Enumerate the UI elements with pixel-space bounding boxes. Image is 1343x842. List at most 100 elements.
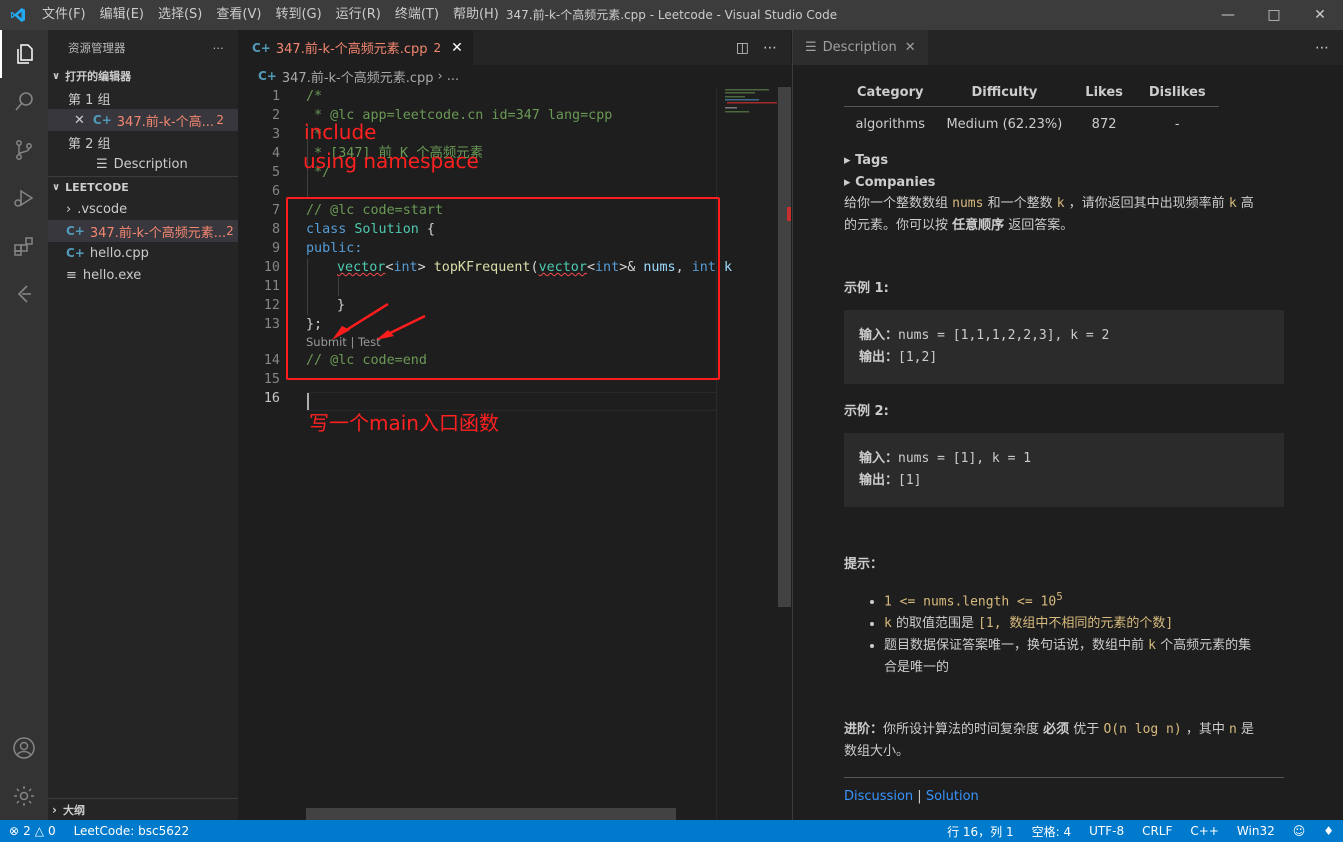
problems-indicator[interactable]: ⊗ 2 △ 0 — [0, 824, 65, 838]
list-item: 1 <= nums.length <= 105 — [884, 586, 1284, 613]
vertical-scrollbar[interactable] — [778, 87, 791, 607]
menu-edit[interactable]: 编辑(E) — [93, 0, 151, 30]
tab-description[interactable]: ☰ Description ✕ — [793, 30, 928, 65]
preview-file-icon: ☰ — [96, 156, 108, 172]
indentation[interactable]: 空格: 4 — [1023, 823, 1081, 840]
leetcode-icon[interactable] — [0, 270, 48, 318]
breadcrumb: C+ 347.前-k-个高频元素.cpp › ... — [238, 65, 791, 87]
language-mode[interactable]: C++ — [1181, 823, 1228, 840]
group-1-label: 第 1 组 — [68, 92, 111, 108]
discussion-link[interactable]: Discussion — [844, 789, 913, 804]
table-header: Likes — [1072, 83, 1136, 107]
description-panel: ☰ Description ✕ ⋯ Category Difficulty Li… — [792, 30, 1343, 820]
chevron-right-icon: › — [66, 201, 72, 217]
companies-toggle[interactable]: ▸ Companies — [844, 172, 1284, 194]
minimap[interactable] — [716, 87, 778, 820]
encoding[interactable]: UTF-8 — [1080, 823, 1133, 840]
end-of-line[interactable]: CRLF — [1133, 823, 1181, 840]
more-actions-icon[interactable]: ⋯ — [1315, 40, 1329, 56]
open-editor-item-description[interactable]: ☰ Description — [48, 153, 238, 175]
close-window-icon[interactable]: ✕ — [1297, 0, 1343, 30]
horizontal-scrollbar[interactable] — [306, 808, 676, 820]
leetcode-account[interactable]: LeetCode: bsc5622 — [65, 824, 199, 838]
list-item: 题目数据保证答案唯一，换句话说，数组中前 k 个高频元素的集合是唯一的 — [884, 635, 1284, 679]
platform[interactable]: Win32 — [1228, 823, 1284, 840]
source-control-icon[interactable] — [0, 126, 48, 174]
tree-item-hello-exe[interactable]: ≡ hello.exe — [48, 264, 238, 286]
explorer-icon[interactable] — [0, 30, 48, 78]
more-actions-icon[interactable]: ⋯ — [763, 40, 777, 56]
open-editors-section[interactable]: ∨ 打开的编辑器 — [48, 65, 238, 87]
breadcrumb-file[interactable]: 347.前-k-个高频元素.cpp — [282, 67, 434, 86]
editor-group-2[interactable]: 第 2 组 — [48, 131, 238, 153]
menu-view[interactable]: 查看(V) — [209, 0, 268, 30]
minimize-icon[interactable]: — — [1205, 0, 1251, 30]
table-cell: - — [1174, 117, 1180, 132]
tree-item-vscode[interactable]: › .vscode — [48, 198, 238, 220]
divider — [844, 777, 1284, 779]
file-icon: ≡ — [66, 267, 77, 283]
run-debug-icon[interactable] — [0, 174, 48, 222]
tree-file-label: hello.cpp — [89, 245, 149, 261]
problem-meta-table: Category Difficulty Likes Dislikes algor… — [844, 83, 1219, 136]
close-icon[interactable]: ✕ — [74, 113, 85, 128]
breadcrumb-chevron-icon: › — [437, 68, 443, 84]
close-tab-icon[interactable]: ✕ — [451, 40, 463, 56]
problem-count-badge: 2 — [216, 113, 224, 127]
settings-gear-icon[interactable] — [0, 772, 48, 820]
tree-item-hello-cpp[interactable]: C+ hello.cpp — [48, 242, 238, 264]
tree-file-label: hello.exe — [82, 267, 142, 283]
advanced-note: 进阶：你所设计算法的时间复杂度 必须 优于 O(n log n) ，其中 n 是… — [844, 722, 1254, 760]
workspace-section[interactable]: ∨ LEETCODE — [48, 176, 238, 198]
outline-section[interactable]: › 大纲 — [48, 798, 238, 820]
menu-bar: 文件(F) 编辑(E) 选择(S) 查看(V) 转到(G) 运行(R) 终端(T… — [35, 0, 506, 30]
chevron-down-icon: ∨ — [52, 70, 61, 82]
menu-selection[interactable]: 选择(S) — [151, 0, 209, 30]
editor-group-1[interactable]: 第 1 组 — [48, 87, 238, 109]
hints-title: 提示： — [844, 557, 884, 572]
table-header: Category — [844, 83, 937, 107]
tab-cpp-file[interactable]: C+ 347.前-k-个高频元素.cpp 2 ✕ — [238, 30, 473, 65]
split-editor-icon[interactable]: ◫ — [736, 40, 749, 56]
open-editor-item-cpp[interactable]: ✕ C+ 347.前-k-个高... 2 — [48, 109, 238, 131]
extensions-icon[interactable] — [0, 222, 48, 270]
menu-run[interactable]: 运行(R) — [329, 0, 388, 30]
feedback-icon[interactable]: ☺ — [1284, 823, 1315, 840]
chevron-right-icon: › — [52, 802, 57, 817]
tags-toggle[interactable]: ▸ Tags — [844, 150, 1284, 172]
menu-help[interactable]: 帮助(H) — [446, 0, 506, 30]
annotation-using-namespace: using namespace — [303, 149, 479, 173]
notifications-bell-icon[interactable]: ♦ — [1314, 823, 1343, 840]
table-header: Difficulty — [936, 83, 1073, 107]
warning-icon: △ — [34, 824, 44, 838]
activity-bar — [0, 30, 48, 820]
example-2-block: 输入：nums = [1], k = 1 输出：[1] — [844, 433, 1284, 507]
error-marker — [787, 207, 791, 221]
menu-go[interactable]: 转到(G) — [268, 0, 328, 30]
tab-label: 347.前-k-个高频元素.cpp — [275, 42, 428, 57]
error-icon: ⊗ — [9, 824, 20, 838]
cpp-file-icon: C+ — [66, 246, 85, 260]
tab-label: Description — [822, 40, 897, 55]
cursor-position[interactable]: 行 16，列 1 — [938, 823, 1023, 840]
annotation-arrows — [332, 302, 426, 340]
footer-links: Discussion | Solution — [844, 786, 1284, 808]
open-editors-label: 打开的编辑器 — [65, 70, 132, 83]
hints-list: 1 <= nums.length <= 105 k 的取值范围是 [1, 数组中… — [884, 586, 1284, 679]
breadcrumb-rest[interactable]: ... — [447, 69, 459, 84]
account-icon[interactable] — [0, 724, 48, 772]
cpp-file-icon: C+ — [66, 224, 85, 238]
status-bar: ⊗ 2 △ 0 LeetCode: bsc5622 行 16，列 1 空格: 4 U… — [0, 820, 1343, 842]
editor-tabs: C+ 347.前-k-个高频元素.cpp 2 ✕ ◫ ⋯ — [238, 30, 791, 65]
tree-item-active-cpp[interactable]: C+ 347.前-k-个高频元素... 2 — [48, 220, 238, 242]
problem-intro: 给你一个整数数组 nums 和一个整数 k ，请你返回其中出现频率前 k 高 的… — [844, 196, 1254, 233]
solution-link[interactable]: Solution — [926, 789, 979, 804]
search-icon[interactable] — [0, 78, 48, 126]
cpp-file-icon: C+ — [92, 113, 112, 127]
menu-file[interactable]: 文件(F) — [35, 0, 93, 30]
table-header: Dislikes — [1135, 83, 1219, 107]
close-tab-icon[interactable]: ✕ — [905, 40, 916, 55]
more-actions-icon[interactable]: ⋯ — [213, 41, 225, 55]
maximize-icon[interactable]: □ — [1251, 0, 1297, 30]
menu-terminal[interactable]: 终端(T) — [388, 0, 446, 30]
